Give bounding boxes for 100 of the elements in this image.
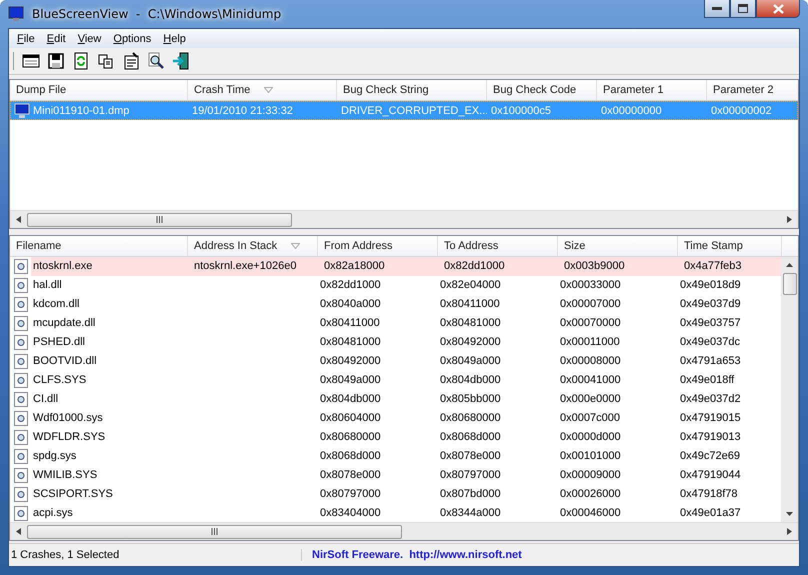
horizontal-scrollbar[interactable] [10, 522, 798, 540]
table-cell-text: 0x00070000 [559, 316, 622, 331]
table-cell-text: 0x00041000 [559, 373, 622, 388]
driver-row[interactable]: SCSIPORT.SYS 0x80797000 0x807bd000 0x00026000 0x47918f78 [10, 485, 781, 504]
minimize-icon [712, 6, 722, 10]
column-header[interactable]: Filename [10, 236, 188, 256]
table-cell: 19/01/2010 21:33:32 [192, 104, 293, 116]
driver-row[interactable]: BOOTVID.dll 0x80492000 0x8049a000 0x00008000 0x4791a653 [10, 352, 781, 371]
status-text: 1 Crashes, 1 Selected [10, 549, 120, 561]
table-cell-text: 0x49e018ff [679, 373, 736, 388]
driver-row[interactable]: CLFS.SYS 0x8049a000 0x804db000 0x00041000 0x49e018ff [10, 371, 781, 390]
column-header[interactable]: To Address [438, 236, 558, 256]
table-cell-text: 0x8040a000 [319, 297, 382, 312]
scroll-left-icon[interactable] [16, 216, 21, 223]
save-icon[interactable] [46, 51, 66, 71]
scroll-down-icon[interactable] [786, 512, 793, 516]
close-icon [772, 4, 784, 14]
table-cell: 0x82a18000 [318, 257, 438, 276]
maximize-icon [738, 4, 748, 13]
table-cell-text: 0x80797000 [439, 468, 502, 483]
column-header[interactable]: Address In Stack [188, 236, 318, 256]
table-cell-text: 0x49e03757 [679, 316, 742, 331]
driver-row[interactable]: ntoskrnl.exe ntoskrnl.exe+1026e0 0x82a18000 0x82dd1000 0x003b9000 0x4a77feb3 [10, 257, 781, 276]
column-header[interactable]: Parameter 2 [707, 80, 798, 100]
column-header[interactable]: Bug Check Code [487, 80, 597, 100]
table-cell-text: 0x804db000 [319, 392, 382, 407]
table-cell-text: 0x80680000 [319, 430, 382, 445]
driver-row[interactable]: WDFLDR.SYS 0x80680000 0x8068d000 0x0000d000 0x47919013 [10, 428, 781, 447]
table-cell-text: 0x00011000 [559, 335, 621, 350]
scroll-right-icon[interactable] [787, 528, 792, 535]
exit-door-icon[interactable] [171, 51, 191, 71]
vertical-scrollbar[interactable] [781, 257, 798, 522]
column-header[interactable]: Crash Time [188, 80, 337, 100]
table-cell-text: 0x49e037d9 [679, 297, 742, 312]
table-cell-text: CI.dll [32, 392, 60, 407]
driver-row[interactable]: hal.dll 0x82dd1000 0x82e04000 0x00033000 0x49e018d9 [10, 276, 781, 295]
table-cell-text: 0x807bd000 [439, 487, 502, 502]
table-cell-text: 0x49e037dc [679, 335, 741, 350]
horizontal-scrollbar[interactable] [10, 210, 798, 228]
table-cell-text: 0x80797000 [319, 487, 382, 502]
table-cell-text: 0x8068d000 [439, 430, 502, 445]
menu-item[interactable]: File [11, 32, 41, 44]
driver-row[interactable]: spdg.sys 0x8068d000 0x8078e000 0x00101000 0x49c72e69 [10, 447, 781, 466]
table-cell: 0x003b9000 [558, 257, 678, 276]
menu-item[interactable]: View [72, 32, 108, 44]
driver-row[interactable]: CI.dll 0x804db000 0x805bb000 0x000e0000 0x49e037d2 [10, 390, 781, 409]
table-cell-text: 0x49e018d9 [679, 278, 742, 293]
maximize-button[interactable] [730, 0, 756, 18]
scroll-right-icon[interactable] [787, 216, 792, 223]
column-header[interactable]: Parameter 1 [597, 80, 707, 100]
column-header[interactable]: Size [558, 236, 678, 256]
credit-link[interactable]: NirSoft Freeware. http://www.nirsoft.net [301, 549, 522, 561]
scrollbar-thumb[interactable] [27, 524, 402, 538]
table-cell-text: 0x000e0000 [559, 392, 622, 407]
column-header[interactable]: Bug Check String [337, 80, 487, 100]
table-cell-text: 0x00009000 [559, 468, 622, 483]
table-cell-text: 0x80680000 [439, 411, 502, 426]
driver-row[interactable]: Wdf01000.sys 0x80604000 0x80680000 0x0007c000 0x47919015 [10, 409, 781, 428]
scroll-up-icon[interactable] [786, 263, 793, 267]
driver-row[interactable]: acpi.sys 0x83404000 0x8344a000 0x00046000 0x49e01a37 [10, 504, 781, 522]
table-cell-text: 0x0000d000 [559, 430, 622, 445]
driver-row[interactable]: PSHED.dll 0x80481000 0x80492000 0x00011000 0x49e037dc [10, 333, 781, 352]
table-cell-text: 0x80481000 [439, 316, 502, 331]
table-cell-text: BOOTVID.dll [32, 354, 98, 369]
column-header[interactable]: Time Stamp [678, 236, 782, 256]
table-cell-text: 0x00026000 [559, 487, 622, 502]
table-cell-text: 0x00046000 [559, 506, 622, 521]
scrollbar-thumb[interactable] [27, 212, 292, 226]
column-header[interactable]: From Address [318, 236, 438, 256]
sort-arrow-icon [264, 87, 274, 93]
table-cell-text: 0x805bb000 [439, 392, 502, 407]
magnifier-icon[interactable] [146, 51, 166, 71]
table-cell-text: 0x47919013 [679, 430, 742, 445]
table-cell-text: 0x47919015 [679, 411, 742, 426]
table-cell-text: 0x83404000 [319, 506, 382, 521]
menu-item[interactable]: Options [107, 32, 158, 44]
menu-item[interactable]: Edit [40, 32, 72, 44]
close-button[interactable] [756, 0, 800, 18]
table-cell-text: 0x00007000 [559, 297, 622, 312]
table-cell-text: 0x49e01a37 [679, 506, 742, 521]
table-cell-text: 0x00101000 [559, 449, 622, 464]
table-cell-text: mcupdate.dll [32, 316, 96, 331]
scroll-left-icon[interactable] [16, 528, 21, 535]
column-header[interactable]: Dump File [10, 80, 188, 100]
table-cell-text: 0x49c72e69 [679, 449, 741, 464]
table-cell-text: hal.dll [32, 278, 63, 293]
table-cell-text: WMILIB.SYS [32, 468, 98, 483]
minimize-button[interactable] [704, 0, 730, 18]
driver-row[interactable]: mcupdate.dll 0x80411000 0x80481000 0x00070000 0x49e03757 [10, 314, 781, 333]
table-cell-text: 0x0007c000 [559, 411, 621, 426]
driver-row[interactable]: WMILIB.SYS 0x8078e000 0x80797000 0x00009000 0x47919044 [10, 466, 781, 485]
driver-row[interactable]: kdcom.dll 0x8040a000 0x80411000 0x00007000 0x49e037d9 [10, 295, 781, 314]
scrollbar-thumb[interactable] [782, 273, 796, 295]
table-cell-text: 0x00008000 [559, 354, 622, 369]
table-cell-text: acpi.sys [32, 506, 74, 521]
table-cell-text: CLFS.SYS [32, 373, 88, 388]
table-cell: DRIVER_CORRUPTED_EX... [341, 104, 487, 116]
menu-item[interactable]: Help [157, 32, 192, 44]
monitor-icon [14, 102, 30, 118]
table-cell: 0x4a77feb3 [678, 257, 781, 276]
